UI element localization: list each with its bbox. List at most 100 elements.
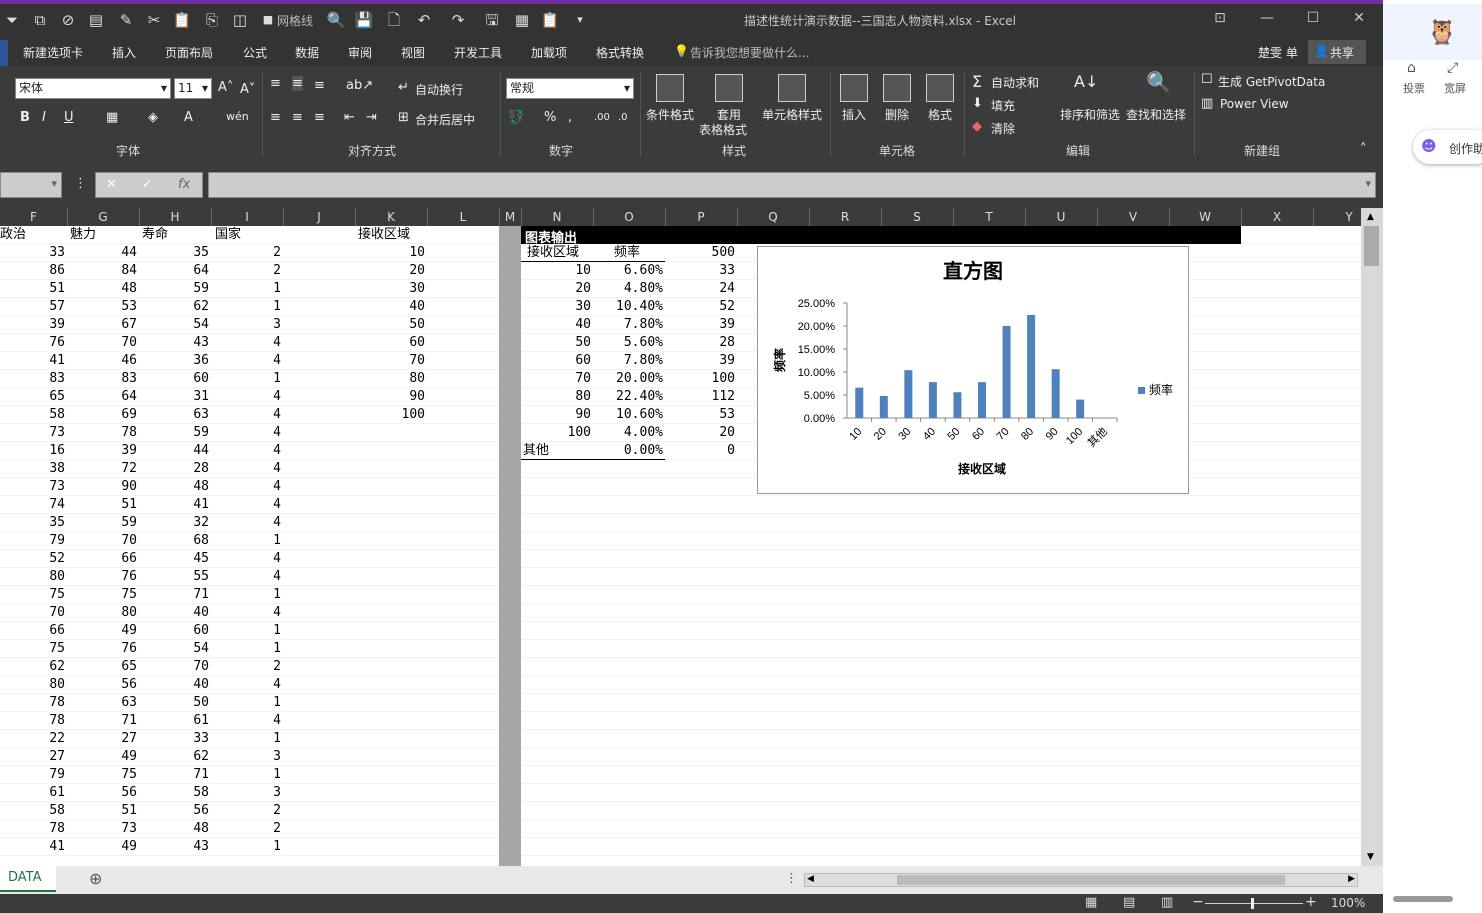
cell-g[interactable]: 70 xyxy=(70,532,137,550)
align-center-icon[interactable]: ≡ xyxy=(292,110,303,125)
filter-icon[interactable]: ⏷ xyxy=(2,10,22,30)
cell-g[interactable]: 56 xyxy=(70,784,137,802)
cell-i[interactable]: 4 xyxy=(214,424,281,442)
fx-icon[interactable]: fx xyxy=(178,177,190,192)
print-icon[interactable]: ▦ xyxy=(512,10,532,30)
cell-g[interactable]: 49 xyxy=(70,748,137,766)
align-right-icon[interactable]: ≡ xyxy=(314,110,325,125)
histogram-bar[interactable] xyxy=(978,382,986,418)
header-politics[interactable]: 政治 xyxy=(0,226,67,244)
tab-view[interactable]: 视图 xyxy=(401,44,425,61)
cell-g[interactable]: 27 xyxy=(70,730,137,748)
column-header-g[interactable]: G xyxy=(67,210,139,224)
output-percent[interactable]: 6.60% xyxy=(593,262,663,280)
header-lifespan[interactable]: 寿命 xyxy=(142,226,212,244)
cell-g[interactable]: 84 xyxy=(70,262,137,280)
cell-h[interactable]: 32 xyxy=(142,514,209,532)
tab-formulas[interactable]: 公式 xyxy=(243,44,267,61)
output-bin[interactable]: 100 xyxy=(521,424,591,442)
histogram-chart[interactable]: 直方图 0.00% 5.00% 10.00% 15.00% 20.00% 25.00% 10 2… xyxy=(757,246,1189,494)
clipboard-icon[interactable]: 📋 xyxy=(540,10,560,30)
cell-k[interactable]: 30 xyxy=(358,280,425,298)
widescreen-icon[interactable]: ⤢ xyxy=(1447,60,1458,76)
cell-g[interactable]: 75 xyxy=(70,766,137,784)
cell-k[interactable]: 100 xyxy=(358,406,425,424)
output-bin[interactable]: 30 xyxy=(521,298,591,316)
cut-icon[interactable]: ✂ xyxy=(144,10,164,30)
align-middle-icon[interactable]: ≡ xyxy=(292,76,303,91)
worksheet[interactable]: FGHIJKLMNOPQRSTUVWXY 政治 魅力 寿命 国家 接收区域 33 44 35 2… xyxy=(0,208,1361,866)
cell-i[interactable]: 4 xyxy=(214,604,281,622)
cell-f[interactable]: 75 xyxy=(0,640,65,658)
histogram-bar[interactable] xyxy=(855,387,864,418)
column-header-u[interactable]: U xyxy=(1025,210,1097,224)
histogram-bar[interactable] xyxy=(1027,314,1036,418)
cell-f[interactable]: 61 xyxy=(0,784,65,802)
cell-g[interactable]: 49 xyxy=(70,838,137,856)
cell-f[interactable]: 80 xyxy=(0,568,65,586)
cell-i[interactable]: 4 xyxy=(214,460,281,478)
enter-icon[interactable]: ✓ xyxy=(142,177,153,192)
cast-icon[interactable]: ⌂ xyxy=(1407,60,1416,76)
page-break-icon[interactable]: ▥ xyxy=(1161,895,1173,910)
cell-h[interactable]: 35 xyxy=(142,244,209,262)
cell-k[interactable]: 20 xyxy=(358,262,425,280)
cell-g[interactable]: 51 xyxy=(70,802,137,820)
avatar-icon[interactable]: 🦉 xyxy=(1427,18,1457,46)
cell-i[interactable]: 3 xyxy=(214,784,281,802)
output-percent[interactable]: 7.80% xyxy=(593,316,663,334)
cell-h[interactable]: 40 xyxy=(142,676,209,694)
output-count[interactable]: 0 xyxy=(665,442,735,460)
cell-f[interactable]: 39 xyxy=(0,316,65,334)
cell-g[interactable]: 78 xyxy=(70,424,137,442)
cell-f[interactable]: 16 xyxy=(0,442,65,460)
cell-g[interactable]: 80 xyxy=(70,604,137,622)
font-color-icon[interactable]: A xyxy=(184,110,193,125)
column-header-w[interactable]: W xyxy=(1169,210,1241,224)
cell-h[interactable]: 60 xyxy=(142,370,209,388)
cell-f[interactable]: 86 xyxy=(0,262,65,280)
cell-h[interactable]: 70 xyxy=(142,658,209,676)
cell-h[interactable]: 43 xyxy=(142,334,209,352)
cell-i[interactable]: 1 xyxy=(214,766,281,784)
form-icon[interactable]: ▤ xyxy=(86,10,106,30)
file-tab[interactable] xyxy=(0,40,8,66)
percent-icon[interactable]: % xyxy=(544,110,556,125)
conditional-format-button[interactable]: 条件格式 xyxy=(646,106,694,123)
cell-g[interactable]: 48 xyxy=(70,280,137,298)
spell-icon[interactable]: ✎ xyxy=(116,10,136,30)
cell-g[interactable]: 75 xyxy=(70,586,137,604)
column-header-y[interactable]: Y xyxy=(1313,210,1361,224)
cell-f[interactable]: 78 xyxy=(0,820,65,838)
delete-cells-button[interactable]: 删除 xyxy=(885,106,909,123)
tab-review[interactable]: 审阅 xyxy=(348,44,372,61)
cell-f[interactable]: 78 xyxy=(0,694,65,712)
cell-h[interactable]: 48 xyxy=(142,820,209,838)
output-count[interactable]: 112 xyxy=(665,388,735,406)
cell-f[interactable]: 52 xyxy=(0,550,65,568)
tell-me-input[interactable]: 告诉我您想要做什么... xyxy=(690,44,809,61)
cell-h[interactable]: 71 xyxy=(142,586,209,604)
cell-g[interactable]: 64 xyxy=(70,388,137,406)
cell-style-button[interactable]: 单元格样式 xyxy=(762,106,822,123)
cell-h[interactable]: 71 xyxy=(142,766,209,784)
column-header-q[interactable]: Q xyxy=(737,210,809,224)
cell-f[interactable]: 76 xyxy=(0,334,65,352)
histogram-bar[interactable] xyxy=(928,382,937,418)
number-format-select[interactable]: 常规 ▾ xyxy=(506,78,634,99)
zoom-in-icon[interactable]: + xyxy=(1305,894,1317,910)
column-header-t[interactable]: T xyxy=(953,210,1025,224)
sort-filter-button[interactable]: 排序和筛选 xyxy=(1060,106,1120,123)
cell-i[interactable]: 2 xyxy=(214,802,281,820)
cell-g[interactable]: 59 xyxy=(70,514,137,532)
scroll-up-icon[interactable]: ▲ xyxy=(1367,212,1374,222)
output-header-freq[interactable]: 频率 xyxy=(614,244,664,262)
column-header-f[interactable]: F xyxy=(0,210,67,224)
cell-i[interactable]: 2 xyxy=(214,244,281,262)
cell-f[interactable]: 41 xyxy=(0,352,65,370)
cell-g[interactable]: 83 xyxy=(70,370,137,388)
histogram-bar[interactable] xyxy=(1002,326,1011,418)
cell-f[interactable]: 65 xyxy=(0,388,65,406)
find-select-button[interactable]: 查找和选择 xyxy=(1126,106,1186,123)
cell-g[interactable]: 44 xyxy=(70,244,137,262)
